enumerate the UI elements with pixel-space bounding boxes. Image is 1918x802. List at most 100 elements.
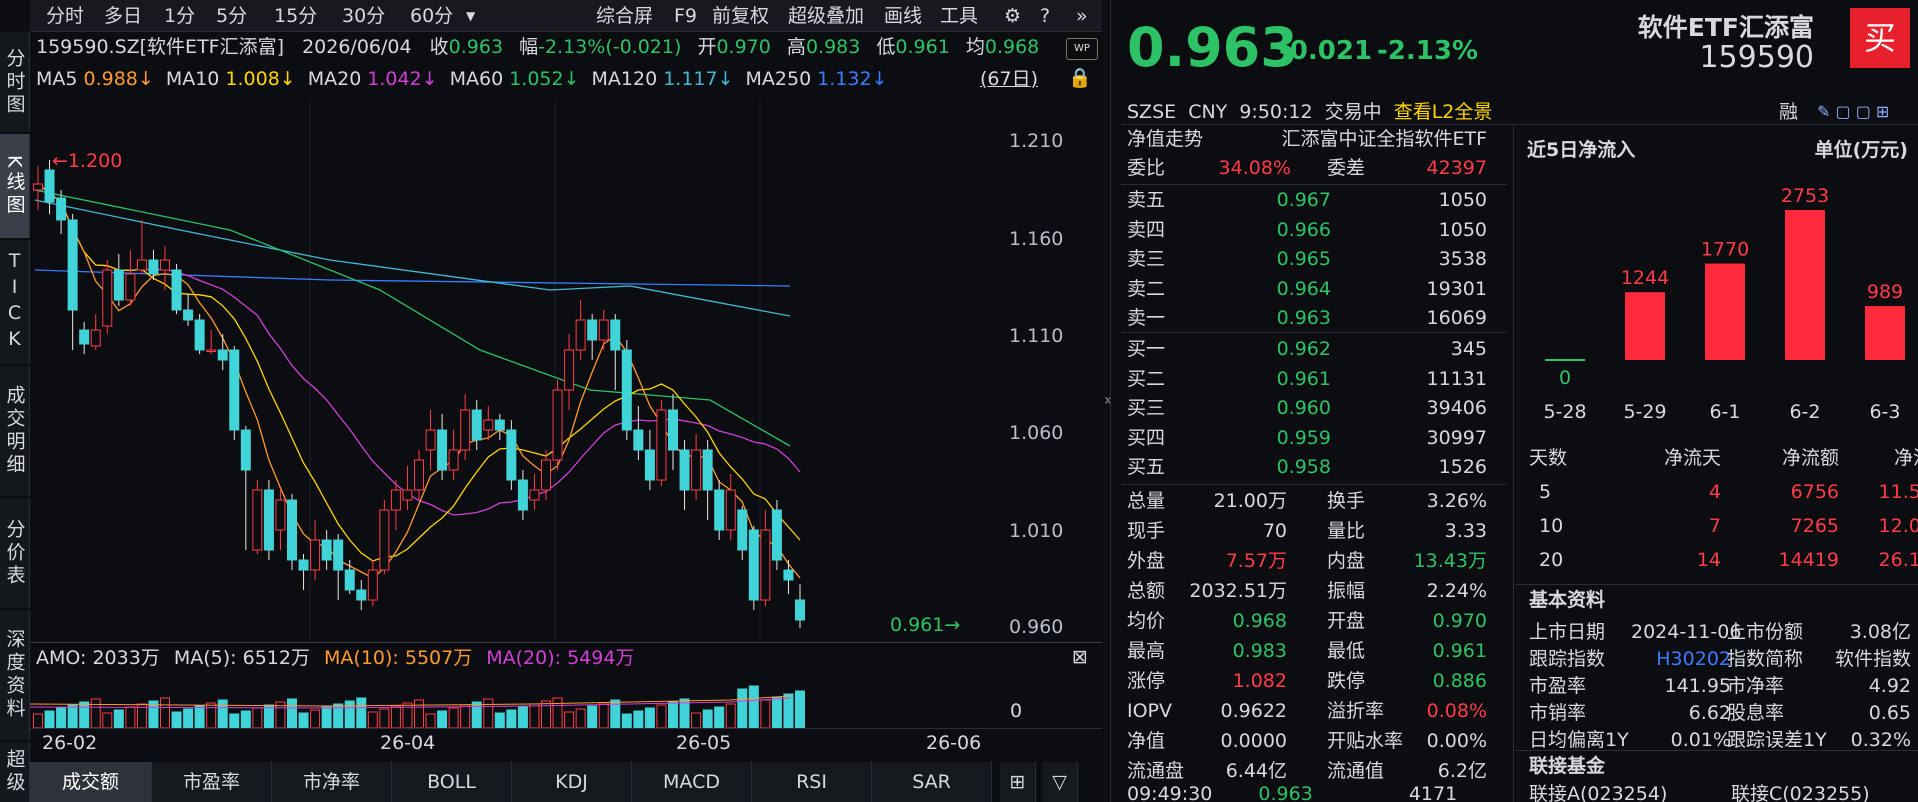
stat-value: 1.082 — [1232, 670, 1287, 692]
flow-date-label: 5-29 — [1623, 401, 1666, 423]
candle-body — [356, 589, 367, 601]
tool-draw[interactable]: 画线 — [878, 0, 928, 32]
flow-title: 近5日净流入 — [1527, 139, 1636, 161]
volume-bar — [564, 711, 575, 728]
period-1m[interactable]: 1分 — [158, 0, 201, 32]
book-volume: 16069 — [1426, 307, 1487, 329]
indicator-tab-boll[interactable]: BOLL — [392, 762, 512, 802]
range-label[interactable]: (67日) — [980, 66, 1038, 92]
volume-bar — [113, 709, 124, 728]
basic-value: 6.62 — [1688, 702, 1731, 724]
tab-price-table[interactable]: 分价表 — [0, 498, 30, 608]
vol-ma10: MA(10): 5507万 — [324, 647, 473, 669]
period-60m[interactable]: 60分 — [404, 0, 459, 32]
volume-bar — [206, 702, 217, 728]
ma-label: MA120 — [591, 68, 658, 90]
toolbar-icons[interactable]: ✎ ▢ ▢ ⊞ — [1817, 102, 1913, 121]
indicator-tab-pe[interactable]: 市盈率 — [152, 762, 272, 802]
tab-kline[interactable]: K线图 — [0, 134, 30, 238]
y-tick: 1.010 — [1009, 520, 1064, 542]
volume-bar — [783, 693, 794, 728]
indicator-tab-kdj[interactable]: KDJ — [512, 762, 632, 802]
y-tick: 1.060 — [1009, 422, 1064, 444]
tool-adjust[interactable]: 前复权 — [706, 0, 775, 32]
close-label: 收 — [429, 36, 449, 58]
dropdown-icon[interactable]: ▼ — [460, 0, 481, 32]
lock-icon[interactable]: 🔒 — [1068, 66, 1092, 89]
indicator-tab-amount[interactable]: 成交额 — [30, 762, 152, 802]
period-30m[interactable]: 30分 — [336, 0, 391, 32]
stat-value: 0.00% — [1426, 730, 1487, 752]
indicator-tab-sar[interactable]: SAR — [872, 762, 992, 802]
collapse-icon[interactable]: ▽ — [1042, 762, 1078, 802]
volume-bar — [517, 706, 528, 728]
period-5m[interactable]: 5分 — [210, 0, 253, 32]
stat-label: 最低 — [1327, 640, 1366, 662]
l2-link[interactable]: 查看L2全景 — [1394, 101, 1493, 123]
period-fenshi[interactable]: 分时 — [40, 0, 90, 32]
y-tick: 1.210 — [1009, 130, 1064, 152]
tool-tools[interactable]: 工具 — [934, 0, 984, 32]
indicator-tab-rsi[interactable]: RSI — [752, 762, 872, 802]
basic-value[interactable]: H30202 — [1631, 645, 1731, 673]
kline-chart[interactable] — [30, 100, 1102, 640]
tab-label: 成交明细 — [3, 385, 26, 477]
weibi-value: 34.08% — [1218, 157, 1291, 179]
volume-bar — [748, 685, 759, 728]
buy-button[interactable]: 买 — [1850, 8, 1910, 68]
link-fund-c[interactable]: 联接C(023255) — [1731, 780, 1870, 802]
x-label: 26-04 — [380, 732, 436, 754]
candle-body — [541, 459, 551, 491]
add-indicator-icon[interactable]: ⊞ — [1000, 762, 1036, 802]
tab-super[interactable]: 超级 — [0, 742, 30, 802]
candle-body — [402, 489, 413, 501]
wp-icon[interactable]: WP — [1066, 38, 1098, 60]
nav-label[interactable]: 净值走势 — [1127, 125, 1203, 153]
volume-bar — [183, 708, 194, 728]
book-label: 卖三 — [1127, 248, 1166, 270]
tool-overlay[interactable]: 超级叠加 — [782, 0, 870, 32]
ma-label: MA10 — [165, 68, 220, 90]
candle-body — [252, 489, 263, 551]
low-value: 0.961 — [895, 36, 950, 58]
x-label: 26-02 — [42, 732, 98, 754]
tab-trades[interactable]: 成交明细 — [0, 366, 30, 496]
tab-fenshi[interactable]: 分时图 — [0, 32, 30, 132]
volume-bar — [771, 696, 782, 728]
candle-body — [136, 259, 147, 271]
basic-label: 指数简称 — [1727, 648, 1804, 670]
book-price: 0.967 — [1276, 189, 1331, 211]
candle-body — [275, 499, 286, 531]
candle-body — [287, 499, 297, 561]
tool-f9[interactable]: F9 — [668, 0, 703, 32]
expand-icon[interactable]: » — [1070, 0, 1094, 32]
volume-chart[interactable] — [30, 674, 1000, 728]
close-volume-icon[interactable]: ⊠ — [1072, 646, 1088, 668]
stat-value: 7.57万 — [1225, 550, 1287, 572]
stat-label: 内盘 — [1327, 550, 1366, 572]
candle-body — [575, 319, 586, 351]
volume-bar — [506, 709, 517, 728]
link-fund-a[interactable]: 联接A(023254) — [1529, 780, 1667, 802]
stat-value: 0.0000 — [1220, 730, 1287, 752]
ma-value: 1.042↓ — [367, 68, 438, 90]
candle-body — [702, 449, 713, 491]
help-icon[interactable]: ? — [1034, 0, 1056, 32]
indicator-tab-macd[interactable]: MACD — [632, 762, 752, 802]
tab-depth[interactable]: 深度资料 — [0, 610, 30, 740]
flow-table-cell: 26.10% — [1878, 549, 1918, 571]
book-price: 0.961 — [1276, 367, 1331, 390]
indicator-tab-pb[interactable]: 市净率 — [272, 762, 392, 802]
gear-icon[interactable]: ⚙ — [998, 0, 1027, 32]
flow-value-label: 2753 — [1781, 185, 1829, 207]
tab-tick[interactable]: TICK — [0, 240, 30, 364]
volume-bar — [90, 698, 101, 728]
ma60-curve — [34, 189, 791, 447]
period-multiday[interactable]: 多日 — [98, 0, 148, 32]
candle-body — [483, 419, 494, 431]
last-trade: 09:49:30 0.963 4171 — [1127, 786, 1457, 802]
tool-composite[interactable]: 综合屏 — [590, 0, 659, 32]
trade-vol: 4171 — [1408, 786, 1458, 802]
period-15m[interactable]: 15分 — [268, 0, 323, 32]
security-code: 159590.SZ[软件ETF汇添富] — [36, 36, 285, 58]
